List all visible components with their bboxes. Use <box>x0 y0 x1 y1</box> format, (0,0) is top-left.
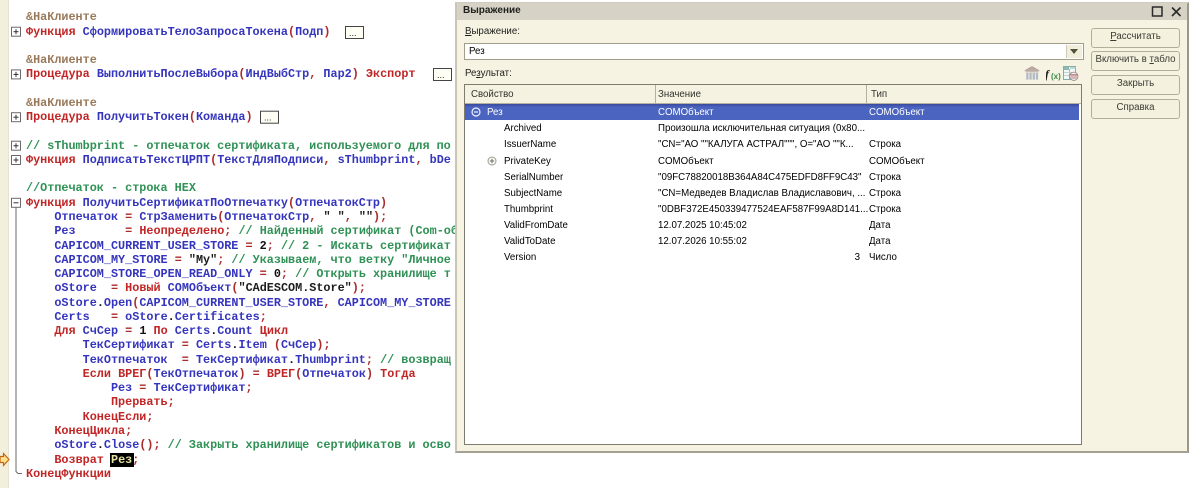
svg-text:...: ... <box>349 28 357 38</box>
svg-text:...: ... <box>437 70 445 80</box>
svg-text:f: f <box>1046 67 1050 81</box>
svg-text:...: ... <box>264 113 272 123</box>
svg-text:(x): (x) <box>1051 72 1061 81</box>
